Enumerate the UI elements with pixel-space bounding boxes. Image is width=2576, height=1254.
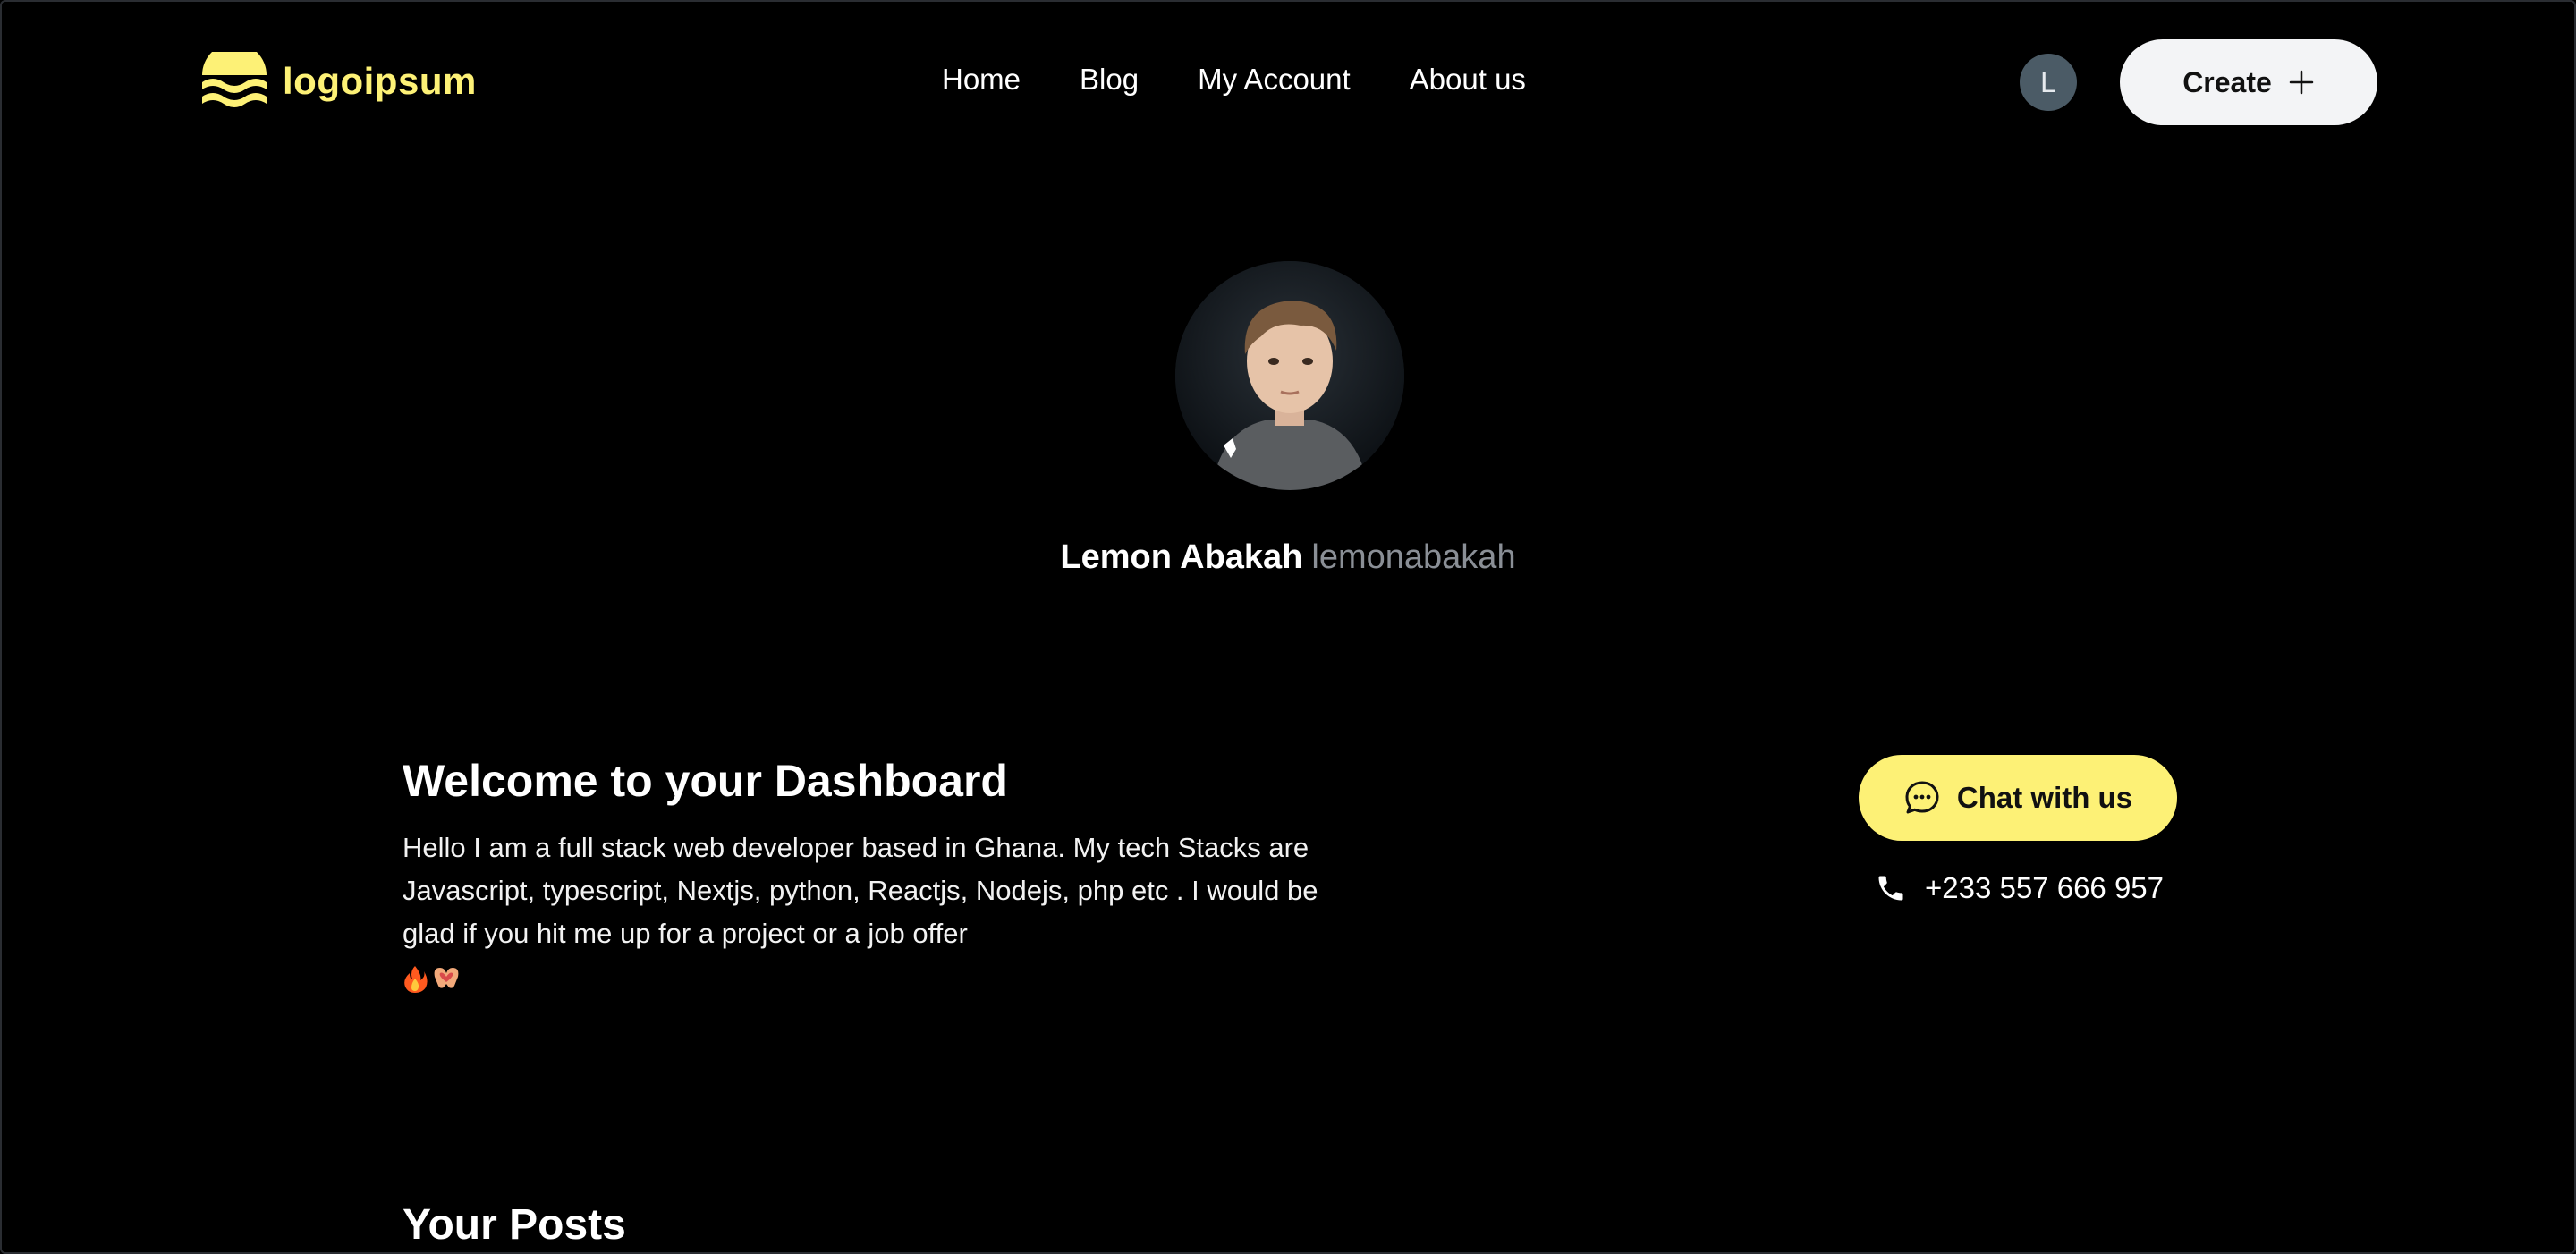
phone-icon (1878, 876, 1903, 901)
your-posts-title: Your Posts (402, 1201, 626, 1249)
create-button-label: Create (2182, 65, 2272, 98)
fire-icon (404, 965, 428, 993)
nav-my-account[interactable]: My Account (1198, 63, 1351, 97)
heart-hands-icon (434, 967, 459, 988)
phone-contact[interactable]: +233 557 666 957 (1875, 871, 2164, 905)
profile-name: Lemon Abakah lemonabakah (2, 538, 2574, 577)
welcome-bio-text: Hello I am a full stack web developer ba… (402, 832, 1318, 949)
profile-full-name: Lemon Abakah (1060, 538, 1303, 576)
profile-picture (1175, 261, 1404, 490)
chat-bubble-icon (1905, 781, 1939, 814)
logo[interactable]: logoipsum (200, 52, 477, 111)
logo-text: logoipsum (283, 60, 477, 102)
nav-blog[interactable]: Blog (1080, 63, 1139, 97)
waves-logo-icon (202, 52, 267, 107)
nav-home[interactable]: Home (942, 63, 1021, 97)
chat-with-us-button[interactable]: Chat with us (1859, 755, 2177, 841)
user-avatar[interactable]: L (2020, 54, 2077, 111)
create-button[interactable]: Create (2120, 39, 2377, 125)
nav-about-us[interactable]: About us (1410, 63, 1526, 97)
welcome-title: Welcome to your Dashboard (402, 756, 1008, 806)
profile-username: lemonabakah (1311, 538, 1516, 576)
welcome-bio: Hello I am a full stack web developer ba… (402, 826, 1333, 998)
chat-button-label: Chat with us (1956, 781, 2133, 814)
profile-photo (1175, 261, 1404, 490)
bio-emojis (402, 964, 462, 993)
phone-number: +233 557 666 957 (1925, 871, 2165, 904)
main-nav: Home Blog My Account About us (942, 63, 1526, 97)
plus-icon (2289, 70, 2314, 95)
dashboard-page: logoipsum Home Blog My Account About us … (0, 0, 2576, 1254)
